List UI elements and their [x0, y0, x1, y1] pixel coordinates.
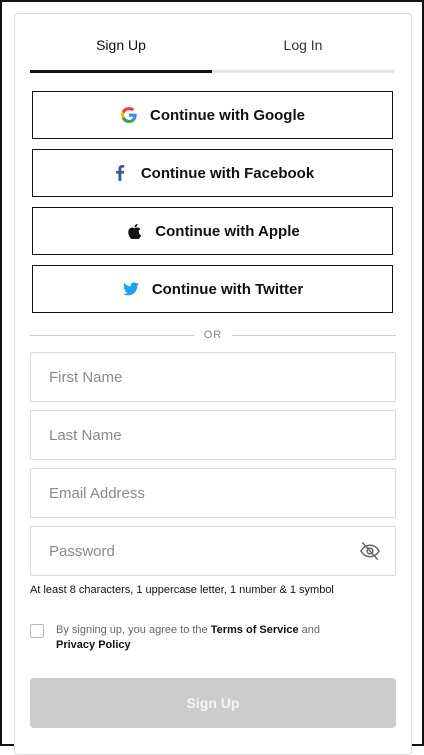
- last-name-input[interactable]: [47, 411, 351, 459]
- divider-line-right: [232, 334, 396, 336]
- twitter-button-label: Continue with Twitter: [151, 280, 304, 298]
- terms-of-service-link[interactable]: Terms of Service: [211, 624, 299, 636]
- sign-up-submit-button[interactable]: Sign Up: [30, 678, 396, 728]
- auth-tabs: Sign Up Log In: [30, 28, 394, 72]
- continue-with-twitter-button[interactable]: Continue with Twitter: [32, 265, 393, 313]
- last-name-field: [30, 410, 396, 460]
- password-requirements-hint: At least 8 characters, 1 uppercase lette…: [30, 584, 334, 596]
- continue-with-apple-button[interactable]: Continue with Apple: [32, 207, 393, 255]
- first-name-input[interactable]: [47, 353, 351, 401]
- terms-checkbox[interactable]: [30, 624, 44, 638]
- tab-sign-up[interactable]: Sign Up: [30, 28, 212, 72]
- apple-icon: [125, 222, 143, 240]
- divider-line-left: [30, 334, 194, 336]
- facebook-button-label: Continue with Facebook: [140, 164, 315, 182]
- privacy-policy-link[interactable]: Privacy Policy: [56, 639, 131, 651]
- facebook-icon: [111, 164, 129, 182]
- or-divider-text: OR: [203, 329, 223, 341]
- google-button-label: Continue with Google: [150, 106, 305, 124]
- tab-log-in[interactable]: Log In: [212, 28, 394, 72]
- email-field: [30, 468, 396, 518]
- email-input[interactable]: [47, 469, 351, 517]
- continue-with-facebook-button[interactable]: Continue with Facebook: [32, 149, 393, 197]
- twitter-icon: [122, 280, 140, 298]
- password-field: [30, 526, 396, 576]
- google-icon: [120, 106, 138, 124]
- agreement-and: and: [298, 624, 320, 636]
- first-name-field: [30, 352, 396, 402]
- password-input[interactable]: [47, 527, 351, 575]
- agreement-prefix: By signing up, you agree to the: [56, 624, 211, 636]
- tab-underline-active: [30, 70, 212, 73]
- terms-agreement-text: By signing up, you agree to the Terms of…: [56, 623, 376, 653]
- apple-button-label: Continue with Apple: [155, 222, 300, 240]
- or-divider: OR: [30, 325, 396, 345]
- continue-with-google-button[interactable]: Continue with Google: [32, 91, 393, 139]
- terms-agreement-row: By signing up, you agree to the Terms of…: [30, 623, 396, 657]
- eye-slash-icon[interactable]: [359, 541, 381, 561]
